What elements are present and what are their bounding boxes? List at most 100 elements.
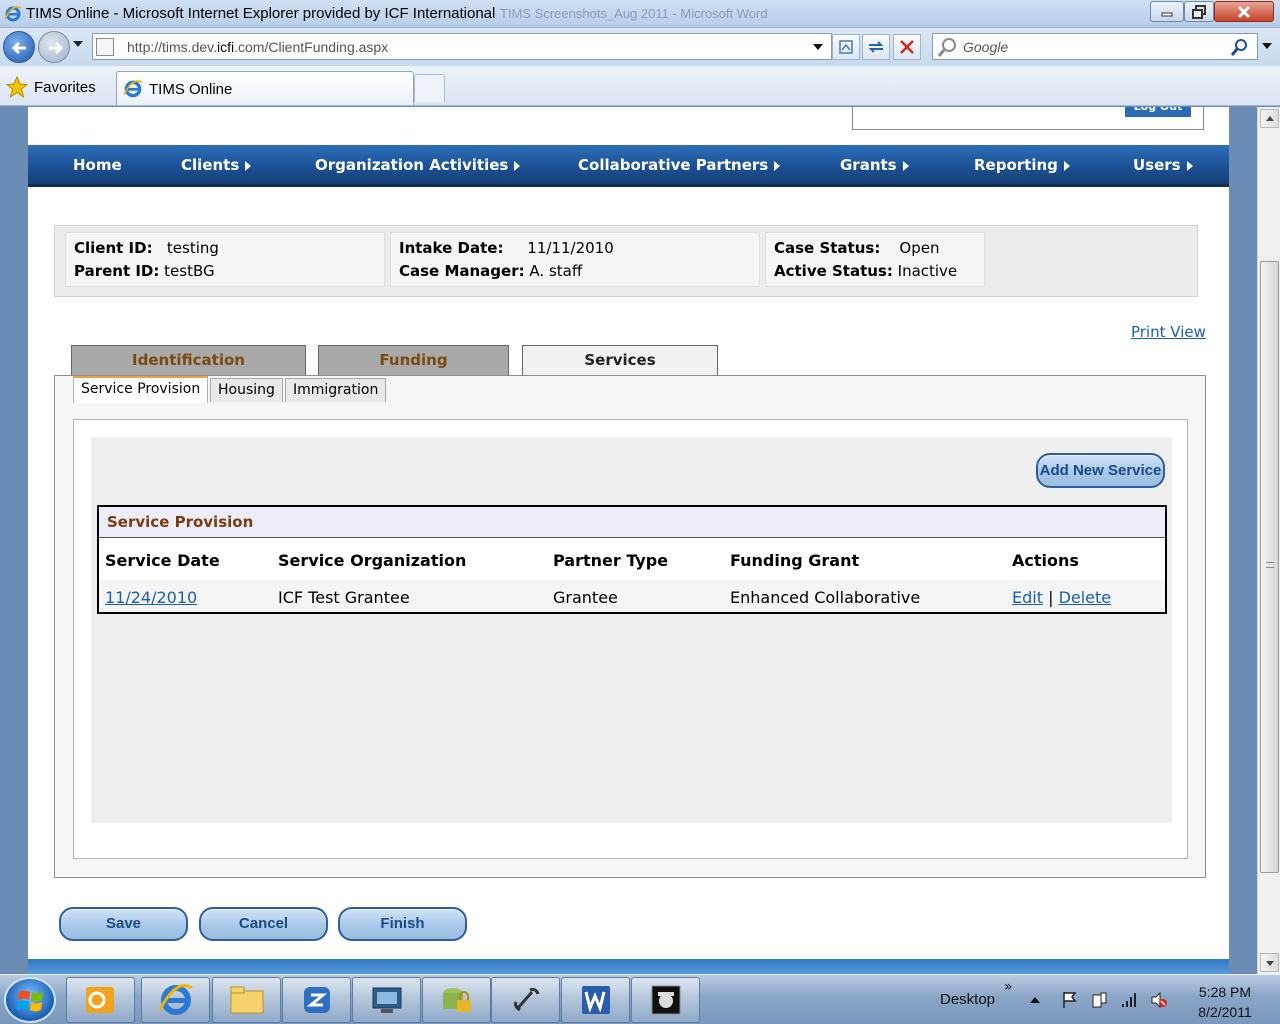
minimize-button[interactable] — [1150, 1, 1184, 22]
favorites-bar: Favorites TIMS Online — [0, 66, 1280, 106]
funding-grant-cell: Enhanced Collaborative — [730, 588, 921, 607]
nav-arrow-icon — [902, 160, 909, 171]
clock-time: 5:28 PM — [1198, 984, 1252, 1000]
nav-collaborative-partners[interactable]: Collaborative Partners — [578, 156, 781, 174]
nav-grants[interactable]: Grants — [840, 156, 909, 174]
start-button[interactable] — [4, 977, 56, 1023]
subtab-service-provision[interactable]: Service Provision — [73, 376, 209, 403]
favorites-button[interactable]: Favorites — [6, 76, 96, 98]
partner-type-cell: Grantee — [553, 588, 618, 607]
scroll-down-icon — [1266, 961, 1274, 966]
nav-arrow-icon — [514, 160, 521, 171]
add-new-service-button[interactable]: Add New Service — [1036, 453, 1165, 488]
subtab-immigration[interactable]: Immigration — [285, 378, 387, 402]
scroll-thumb[interactable] — [1260, 261, 1279, 873]
address-url: http://tims.dev.icfi.com/ClientFunding.a… — [127, 39, 389, 55]
back-arrow-icon — [11, 41, 26, 55]
ie-tab-icon — [123, 80, 143, 98]
service-content-area: Add New Service Service Provision Servic… — [91, 437, 1172, 823]
table-row — [99, 580, 1165, 612]
lock-icon — [442, 988, 471, 1012]
header-login-box: Log Out — [852, 107, 1204, 130]
page-footer-band — [28, 959, 1229, 974]
search-icon[interactable] — [1231, 38, 1249, 56]
star-icon — [6, 76, 28, 98]
col-funding-grant: Funding Grant — [730, 551, 860, 570]
address-dropdown-icon[interactable] — [813, 44, 823, 50]
favorites-label: Favorites — [34, 78, 96, 96]
restore-button[interactable] — [1184, 1, 1214, 22]
stop-button[interactable] — [893, 34, 921, 60]
taskbar-remote-desktop[interactable] — [352, 977, 421, 1023]
recent-pages-dropdown[interactable] — [73, 41, 83, 47]
taskbar-phone[interactable] — [491, 977, 560, 1023]
tab-services[interactable]: Services — [522, 345, 718, 376]
page-icon — [96, 38, 114, 56]
nav-organization-activities[interactable]: Organization Activities — [315, 156, 521, 174]
logout-button[interactable]: Log Out — [1125, 107, 1191, 117]
scroll-up-button[interactable] — [1260, 109, 1279, 128]
vertical-scrollbar[interactable] — [1257, 107, 1280, 974]
case-manager-row: Case Manager: A. staff — [399, 262, 583, 280]
desktop-toolbar-chevron[interactable]: » — [1004, 979, 1013, 995]
status-cell: Case Status: Open Active Status: Inactiv… — [765, 232, 985, 287]
taskbar-word[interactable] — [561, 977, 630, 1023]
new-tab-button[interactable] — [414, 74, 445, 102]
intake-date-row: Intake Date: 11/11/2010 — [399, 239, 614, 257]
show-hidden-icons-button[interactable] — [1030, 997, 1040, 1003]
taskbar-communicator[interactable] — [282, 977, 351, 1023]
nav-clients[interactable]: Clients — [181, 156, 252, 174]
network-signal-icon[interactable] — [1120, 991, 1138, 1009]
edit-link[interactable]: Edit — [1012, 588, 1043, 607]
desktop-toolbar-label[interactable]: Desktop — [940, 991, 995, 1008]
close-window-button[interactable] — [1214, 1, 1274, 22]
system-clock[interactable]: 5:28 PM 8/2/2011 — [1180, 982, 1270, 1022]
power-icon[interactable] — [1090, 991, 1108, 1009]
tab-identification[interactable]: Identification — [71, 345, 306, 376]
forward-button[interactable] — [38, 31, 70, 63]
browser-tab[interactable]: TIMS Online — [116, 71, 414, 105]
subtab-housing[interactable]: Housing — [210, 378, 283, 402]
intake-date-value: 11/11/2010 — [527, 239, 614, 257]
back-button[interactable] — [3, 31, 35, 63]
refresh-button[interactable] — [862, 34, 890, 60]
print-view-link[interactable]: Print View — [1131, 323, 1206, 341]
volume-muted-icon[interactable] — [1150, 991, 1168, 1009]
page-content: Log Out Home Clients Organization Activi… — [28, 107, 1229, 974]
folder-icon — [230, 986, 263, 1014]
scroll-up-icon — [1266, 116, 1274, 121]
forward-arrow-icon — [49, 41, 64, 55]
ie-logo-icon — [4, 6, 22, 22]
address-toolbar: http://tims.dev.icfi.com/ClientFunding.a… — [0, 28, 1280, 66]
nav-reporting[interactable]: Reporting — [974, 156, 1070, 174]
scroll-down-button[interactable] — [1260, 953, 1279, 972]
nav-users[interactable]: Users — [1133, 156, 1193, 174]
taskbar-vpn[interactable] — [422, 977, 491, 1023]
taskbar-outlook[interactable] — [66, 977, 135, 1023]
clock-date: 8/2/2011 — [1198, 1004, 1252, 1020]
cancel-button[interactable]: Cancel — [199, 907, 328, 941]
taskbar-internet-explorer[interactable] — [141, 977, 210, 1023]
client-id-value: testing — [166, 239, 219, 257]
finish-button[interactable]: Finish — [338, 907, 467, 941]
parent-id-value: testBG — [164, 262, 215, 280]
internet-explorer-icon — [158, 984, 193, 1015]
search-input[interactable]: Google — [932, 33, 1258, 60]
compatibility-view-button[interactable] — [832, 34, 860, 60]
taskbar-explorer[interactable] — [212, 977, 281, 1023]
delete-link[interactable]: Delete — [1059, 588, 1112, 607]
search-options-dropdown[interactable] — [1262, 43, 1272, 49]
word-icon — [581, 986, 610, 1014]
action-center-flag-icon[interactable] — [1061, 991, 1079, 1009]
taskbar: Desktop » 5:28 PM 8/2/2011 — [0, 974, 1280, 1024]
browser-tab-title: TIMS Online — [149, 81, 233, 98]
minimize-icon — [1161, 12, 1173, 16]
save-button[interactable]: Save — [59, 907, 188, 941]
service-date-link[interactable]: 11/24/2010 — [105, 588, 197, 607]
taskbar-cmd[interactable] — [631, 977, 700, 1023]
nav-home[interactable]: Home — [73, 156, 122, 174]
case-status-value: Open — [899, 239, 940, 257]
outlook-icon — [85, 987, 114, 1013]
address-input[interactable]: http://tims.dev.icfi.com/ClientFunding.a… — [92, 33, 832, 60]
tab-funding[interactable]: Funding — [318, 345, 509, 376]
